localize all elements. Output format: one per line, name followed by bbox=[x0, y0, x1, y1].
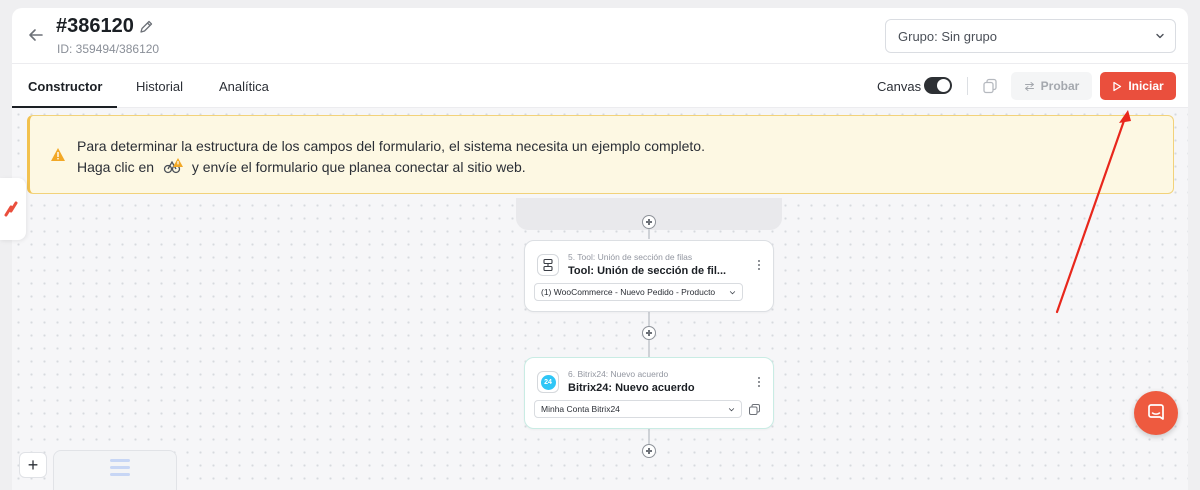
swap-arrows-icon bbox=[1024, 81, 1034, 91]
node-select-value: Minha Conta Bitrix24 bbox=[541, 404, 620, 414]
tab-analitica[interactable]: Analítica bbox=[219, 79, 269, 94]
edit-pencil-icon[interactable] bbox=[138, 19, 154, 35]
node-step-label: 5. Tool: Unión de sección de filas bbox=[568, 252, 693, 262]
more-vertical-icon[interactable] bbox=[757, 258, 761, 272]
chevron-down-icon bbox=[728, 408, 735, 412]
chevron-down-icon bbox=[1156, 33, 1164, 39]
scenario-id: ID: 359494/386120 bbox=[57, 42, 160, 56]
flow-node-tool-union[interactable]: 5. Tool: Unión de sección de filas Tool:… bbox=[524, 240, 774, 312]
warning-text-line1: Para determinar la estructura de los cam… bbox=[77, 138, 705, 154]
flow-node-bitrix24[interactable]: 24 6. Bitrix24: Nuevo acuerdo Bitrix24: … bbox=[524, 357, 774, 429]
warning-banner: Para determinar la estructura de los cam… bbox=[27, 115, 1174, 194]
node-title: Bitrix24: Nuevo acuerdo bbox=[568, 382, 695, 394]
test-button[interactable]: Probar bbox=[1011, 72, 1092, 100]
test-button-label: Probar bbox=[1040, 79, 1080, 93]
play-icon bbox=[1113, 81, 1122, 91]
tab-historial[interactable]: Historial bbox=[136, 79, 183, 94]
more-vertical-icon[interactable] bbox=[757, 375, 761, 389]
group-select-value: Grupo: Sin grupo bbox=[898, 29, 998, 44]
add-step-button[interactable] bbox=[642, 215, 656, 229]
tab-bar: Constructor Historial Analítica Canvas P… bbox=[12, 65, 1188, 108]
warning-text-line2: Haga clic en y envíe el formulario que p… bbox=[77, 157, 526, 175]
canvas-toggle-label: Canvas bbox=[877, 79, 922, 94]
copy-icon[interactable] bbox=[981, 77, 999, 95]
add-step-button[interactable] bbox=[642, 444, 656, 458]
chevron-down-icon bbox=[729, 289, 736, 296]
node-title: Tool: Unión de sección de fil... bbox=[568, 265, 727, 277]
bitrix24-icon: 24 bbox=[537, 371, 559, 393]
warning-text-before: Haga clic en bbox=[77, 159, 155, 175]
merge-rows-icon bbox=[537, 254, 559, 276]
bitrix24-logo: 24 bbox=[540, 374, 556, 390]
warning-text-after: y envíe el formulario que planea conecta… bbox=[191, 159, 526, 175]
add-step-button[interactable] bbox=[642, 326, 656, 340]
minimap-node bbox=[110, 466, 130, 469]
toolbar-divider bbox=[967, 77, 968, 95]
minimap-node bbox=[110, 473, 130, 476]
page-title: #386120 bbox=[56, 15, 134, 37]
minimap[interactable] bbox=[53, 450, 177, 490]
start-button[interactable]: Iniciar bbox=[1100, 72, 1176, 100]
webhook-icon bbox=[163, 158, 183, 174]
page-header: #386120 ID: 359494/386120 Grupo: Sin gru… bbox=[12, 8, 1188, 64]
warning-icon bbox=[51, 148, 65, 161]
chat-support-button[interactable] bbox=[1134, 391, 1178, 435]
start-button-label: Iniciar bbox=[1128, 79, 1164, 93]
group-select[interactable]: Grupo: Sin grupo bbox=[885, 19, 1176, 53]
node-step-label: 6. Bitrix24: Nuevo acuerdo bbox=[568, 369, 669, 379]
node-select-value: (1) WooCommerce - Nuevo Pedido - Product… bbox=[541, 287, 716, 297]
duplicate-icon[interactable] bbox=[748, 403, 761, 416]
node-source-select[interactable]: (1) WooCommerce - Nuevo Pedido - Product… bbox=[534, 283, 743, 301]
chat-icon bbox=[1148, 404, 1164, 420]
app-window: #386120 ID: 359494/386120 Grupo: Sin gru… bbox=[12, 8, 1188, 490]
toggle-knob bbox=[937, 79, 950, 92]
node-account-select[interactable]: Minha Conta Bitrix24 bbox=[534, 400, 742, 418]
canvas-toggle[interactable] bbox=[924, 77, 952, 94]
zoom-in-button[interactable]: + bbox=[19, 452, 47, 478]
tab-constructor[interactable]: Constructor bbox=[28, 79, 102, 94]
minimap-node bbox=[110, 459, 130, 462]
brand-slash-icon bbox=[4, 201, 18, 217]
back-arrow-icon[interactable] bbox=[26, 25, 46, 45]
left-panel-toggle[interactable] bbox=[0, 178, 26, 240]
